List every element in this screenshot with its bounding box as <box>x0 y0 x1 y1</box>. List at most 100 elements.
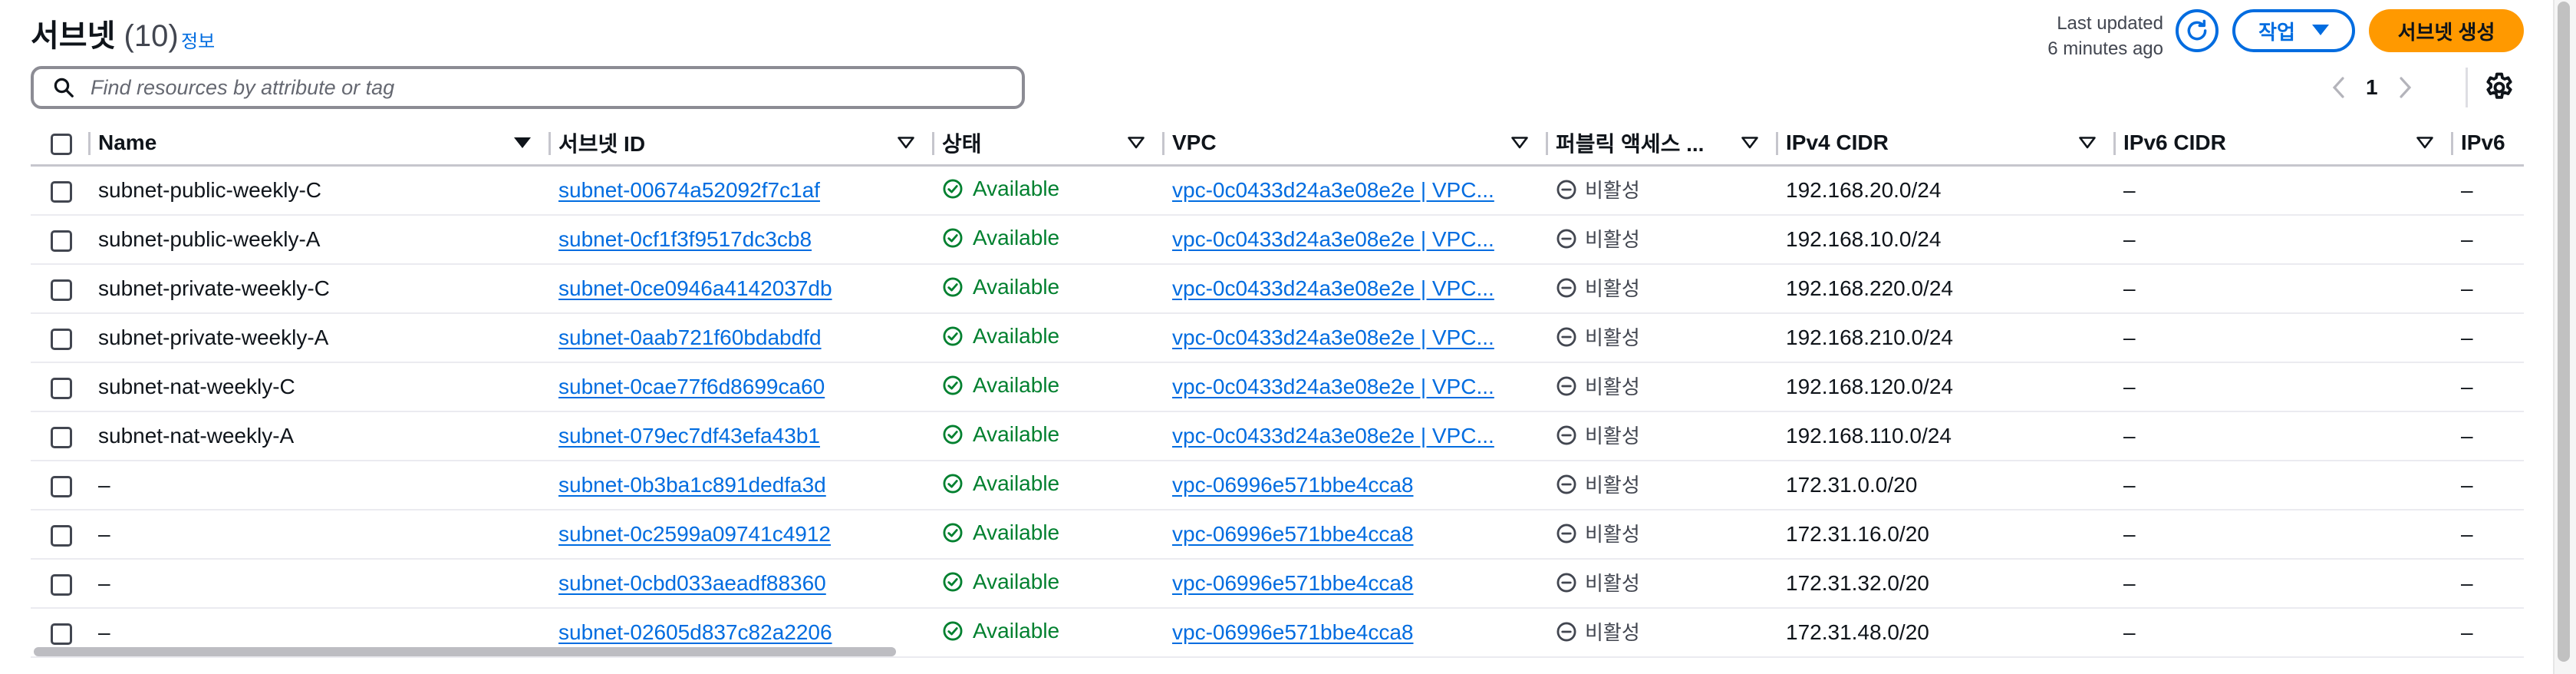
cell-ipv6-cidr: – <box>2116 461 2453 510</box>
cell-name: subnet-private-weekly-C <box>91 264 551 314</box>
column-label: 상태 <box>942 132 982 156</box>
row-checkbox[interactable] <box>51 377 72 399</box>
public-access-indicator: 비활성 <box>1556 273 1640 302</box>
vpc-link[interactable]: vpc-06996e571bbe4cca8 <box>1172 473 1413 497</box>
column-header-public-access[interactable]: 퍼블릭 액세스 ... <box>1548 121 1778 167</box>
status-indicator: Available <box>942 570 1059 594</box>
table-row[interactable]: – subnet-0c2599a09741c4912 Available vpc-06… <box>31 510 2524 560</box>
subnet-id-link[interactable]: subnet-02605d837c82a2206 <box>558 620 832 644</box>
table-row[interactable]: subnet-public-weekly-C subnet-00674a52092… <box>31 165 2524 216</box>
subnet-id-link[interactable]: subnet-0aab721f60bdabdfd <box>558 325 822 349</box>
table-row[interactable]: subnet-nat-weekly-A subnet-079ec7df43efa4… <box>31 411 2524 461</box>
subnet-id-link[interactable]: subnet-079ec7df43efa43b1 <box>558 424 820 448</box>
chevron-right-icon[interactable] <box>2398 76 2412 99</box>
search-bar[interactable] <box>31 66 1025 109</box>
vpc-link[interactable]: vpc-0c0433d24a3e08e2e | VPC... <box>1172 325 1494 349</box>
table-row[interactable]: subnet-nat-weekly-C subnet-0cae77f6d8699c… <box>31 362 2524 412</box>
row-checkbox[interactable] <box>51 180 72 203</box>
vpc-link[interactable]: vpc-0c0433d24a3e08e2e | VPC... <box>1172 178 1494 202</box>
vpc-link[interactable]: vpc-0c0433d24a3e08e2e | VPC... <box>1172 375 1494 398</box>
status-indicator: Available <box>942 520 1059 545</box>
ipv4-cidr: 172.31.0.0/20 <box>1786 473 1918 497</box>
check-circle-icon <box>942 571 964 593</box>
subnet-id-link[interactable]: subnet-0cf1f3f9517dc3cb8 <box>558 227 812 251</box>
table-row[interactable]: subnet-public-weekly-A subnet-0cf1f3f9517… <box>31 215 2524 265</box>
column-header-ipv6-cidr[interactable]: IPv6 CIDR <box>2116 121 2453 167</box>
select-all-checkbox[interactable] <box>51 133 72 155</box>
status-text: Available <box>973 471 1060 495</box>
chevron-left-icon[interactable] <box>2332 76 2346 99</box>
column-header-vpc[interactable]: VPC <box>1164 121 1548 167</box>
cell-public-access: 비활성 <box>1548 264 1778 314</box>
row-checkbox[interactable] <box>51 623 72 645</box>
vpc-link[interactable]: vpc-06996e571bbe4cca8 <box>1172 522 1413 546</box>
column-header-ipv4-cidr[interactable]: IPv4 CIDR <box>1778 121 2116 167</box>
row-checkbox[interactable] <box>51 573 72 596</box>
subnet-name: subnet-public-weekly-A <box>98 227 321 251</box>
ipv6-cidr: – <box>2123 227 2136 251</box>
subnet-name: subnet-private-weekly-C <box>98 276 330 300</box>
cell-ipv6: – <box>2453 313 2524 363</box>
subnet-id-link[interactable]: subnet-0cbd033aeadf88360 <box>558 571 826 595</box>
table-row[interactable]: subnet-private-weekly-C subnet-0ce0946a41… <box>31 264 2524 314</box>
cell-ipv6-cidr: – <box>2116 510 2453 560</box>
table-row[interactable]: – subnet-0cbd033aeadf88360 Available vpc-06… <box>31 559 2524 609</box>
table-row[interactable]: – subnet-0b3ba1c891dedfa3d Available vpc-06… <box>31 461 2524 510</box>
row-checkbox-cell <box>31 510 91 560</box>
sort-caret-icon <box>1128 137 1145 149</box>
public-access-text: 비활성 <box>1585 523 1640 547</box>
vertical-scrollbar-thumb[interactable] <box>2558 2 2570 662</box>
status-indicator: Available <box>942 422 1059 447</box>
cell-subnet-id: subnet-079ec7df43efa43b1 <box>551 411 934 461</box>
cell-status: Available <box>934 313 1164 363</box>
minus-circle-icon <box>1556 228 1577 249</box>
cell-status: Available <box>934 510 1164 560</box>
vpc-link[interactable]: vpc-06996e571bbe4cca8 <box>1172 620 1413 644</box>
sort-caret-icon <box>2079 137 2096 149</box>
subnet-id-link[interactable]: subnet-0ce0946a4142037db <box>558 276 832 300</box>
actions-button[interactable]: 작업 <box>2232 9 2355 52</box>
column-label: IPv6 CIDR <box>2123 131 2226 154</box>
public-access-indicator: 비활성 <box>1556 175 1640 203</box>
vpc-link[interactable]: vpc-06996e571bbe4cca8 <box>1172 571 1413 595</box>
column-header-name[interactable]: Name <box>91 121 551 167</box>
column-label: Name <box>98 131 157 154</box>
actions-button-label: 작업 <box>2258 20 2295 44</box>
subnet-id-link[interactable]: subnet-0c2599a09741c4912 <box>558 522 831 546</box>
subnet-name: – <box>98 522 110 546</box>
gear-icon[interactable] <box>2482 71 2516 104</box>
subnet-name: subnet-nat-weekly-C <box>98 375 295 398</box>
create-subnet-button[interactable]: 서브넷 생성 <box>2369 9 2524 52</box>
row-checkbox[interactable] <box>51 328 72 350</box>
row-checkbox-cell <box>31 411 91 461</box>
cell-vpc: vpc-06996e571bbe4cca8 <box>1164 461 1548 510</box>
vpc-link[interactable]: vpc-0c0433d24a3e08e2e | VPC... <box>1172 424 1494 448</box>
subnet-id-link[interactable]: subnet-00674a52092f7c1af <box>558 178 820 202</box>
vpc-link[interactable]: vpc-0c0433d24a3e08e2e | VPC... <box>1172 227 1494 251</box>
page-number[interactable]: 1 <box>2366 75 2378 100</box>
row-checkbox[interactable] <box>51 426 72 448</box>
check-circle-icon <box>942 276 964 298</box>
column-header-ipv6[interactable]: IPv6 <box>2453 121 2524 167</box>
info-link[interactable]: 정보 <box>181 26 215 53</box>
search-input[interactable] <box>89 74 1013 101</box>
page-title-text: 서브넷 <box>31 19 116 53</box>
ipv4-cidr: 172.31.32.0/20 <box>1786 571 1929 595</box>
row-checkbox[interactable] <box>51 475 72 497</box>
status-text: Available <box>973 323 1060 348</box>
column-header-status[interactable]: 상태 <box>934 121 1164 167</box>
vpc-link[interactable]: vpc-0c0433d24a3e08e2e | VPC... <box>1172 276 1494 300</box>
sort-caret-icon <box>2416 137 2433 149</box>
column-header-subnet-id[interactable]: 서브넷 ID <box>551 121 934 167</box>
ipv6-cidr: – <box>2123 375 2136 398</box>
table-row[interactable]: subnet-private-weekly-A subnet-0aab721f60… <box>31 313 2524 363</box>
row-checkbox[interactable] <box>51 230 72 252</box>
row-checkbox[interactable] <box>51 279 72 301</box>
cell-name: subnet-nat-weekly-A <box>91 411 551 461</box>
subnet-id-link[interactable]: subnet-0b3ba1c891dedfa3d <box>558 473 826 497</box>
refresh-button[interactable] <box>2176 9 2219 52</box>
horizontal-scrollbar-thumb[interactable] <box>34 647 896 656</box>
subnet-id-link[interactable]: subnet-0cae77f6d8699ca60 <box>558 375 825 398</box>
minus-circle-icon <box>1556 277 1577 299</box>
row-checkbox[interactable] <box>51 524 72 547</box>
